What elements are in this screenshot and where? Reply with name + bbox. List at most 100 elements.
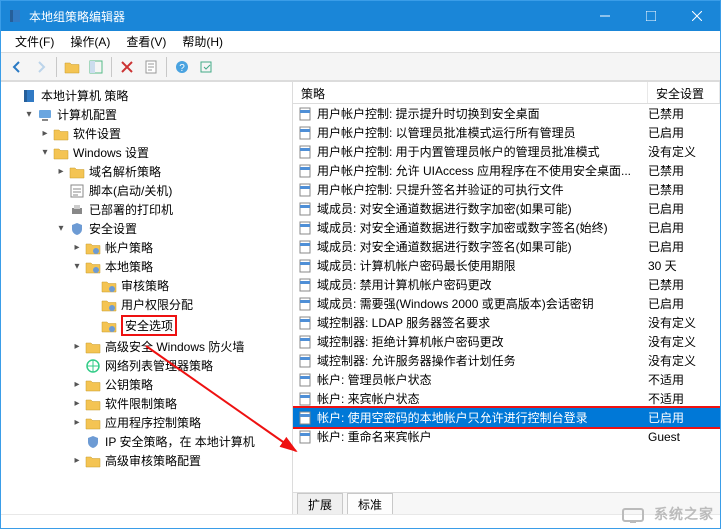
folder-icon [85,259,101,275]
policy-value: 没有定义 [648,352,714,369]
refresh-button[interactable] [195,56,217,78]
policy-icon [297,372,313,388]
policy-name: 域成员: 需要强(Windows 2000 或更高版本)会话密钥 [317,295,648,312]
policy-row[interactable]: 用户帐户控制: 用于内置管理员帐户的管理员批准模式没有定义 [293,142,720,161]
show-hide-button[interactable] [85,56,107,78]
policy-icon [297,201,313,217]
tree-root[interactable]: 本地计算机 策略 [5,86,292,105]
folder-icon [53,145,69,161]
col-policy[interactable]: 策略 [293,82,648,103]
policy-row[interactable]: 用户帐户控制: 提示提升时切换到安全桌面已禁用 [293,104,720,123]
policy-value: 不适用 [648,371,714,388]
tree-printers[interactable]: 已部署的打印机 [53,200,292,219]
policy-row[interactable]: 帐户: 重命名来宾帐户Guest [293,427,720,446]
menu-help[interactable]: 帮助(H) [174,31,231,52]
script-icon [69,183,85,199]
policy-value: 不适用 [648,390,714,407]
tree-account-policies[interactable]: ▸帐户策略 [69,238,292,257]
policy-value: 已启用 [648,200,714,217]
policy-name: 用户帐户控制: 提示提升时切换到安全桌面 [317,105,648,122]
bottom-tabs: 扩展 标准 [293,492,720,514]
policy-value: 已启用 [648,409,714,426]
col-security[interactable]: 安全设置 [648,82,720,103]
forward-button[interactable] [30,56,52,78]
folder-icon [101,278,117,294]
policy-row[interactable]: 域成员: 计算机帐户密码最长使用期限30 天 [293,256,720,275]
policy-row[interactable]: 域控制器: 允许服务器操作者计划任务没有定义 [293,351,720,370]
policy-row[interactable]: 域成员: 需要强(Windows 2000 或更高版本)会话密钥已启用 [293,294,720,313]
policy-icon [297,125,313,141]
policy-row[interactable]: 域控制器: 拒绝计算机帐户密码更改没有定义 [293,332,720,351]
policy-row[interactable]: 用户帐户控制: 只提升签名并验证的可执行文件已禁用 [293,180,720,199]
up-button[interactable] [61,56,83,78]
policy-name: 域控制器: 拒绝计算机帐户密码更改 [317,333,648,350]
tab-extended[interactable]: 扩展 [297,493,343,515]
tab-standard[interactable]: 标准 [347,493,393,515]
policy-name: 用户帐户控制: 用于内置管理员帐户的管理员批准模式 [317,143,648,160]
policy-row[interactable]: 帐户: 使用空密码的本地帐户只允许进行控制台登录已启用 [293,408,720,427]
policy-row[interactable]: 用户帐户控制: 允许 UIAccess 应用程序在不使用安全桌面...已禁用 [293,161,720,180]
delete-button[interactable] [116,56,138,78]
policy-row[interactable]: 域控制器: LDAP 服务器签名要求没有定义 [293,313,720,332]
window-title: 本地组策略编辑器 [29,8,582,25]
policy-row[interactable]: 域成员: 对安全通道数据进行数字签名(如果可能)已启用 [293,237,720,256]
policy-name: 帐户: 重命名来宾帐户 [317,428,648,445]
policy-value: 已禁用 [648,162,714,179]
policy-value: 没有定义 [648,333,714,350]
menu-view[interactable]: 查看(V) [118,31,174,52]
tree-dns[interactable]: ▸域名解析策略 [53,162,292,181]
tree-pubkey[interactable]: ▸公钥策略 [69,375,292,394]
tree-app-control[interactable]: ▸应用程序控制策略 [69,413,292,432]
policy-name: 域成员: 对安全通道数据进行数字加密(如果可能) [317,200,648,217]
policy-list[interactable]: 用户帐户控制: 提示提升时切换到安全桌面已禁用用户帐户控制: 以管理员批准模式运… [293,104,720,492]
policy-name: 域成员: 计算机帐户密码最长使用期限 [317,257,648,274]
svg-text:?: ? [179,63,185,74]
policy-value: 已禁用 [648,181,714,198]
policy-name: 域成员: 对安全通道数据进行数字签名(如果可能) [317,238,648,255]
tree-software-restriction[interactable]: ▸软件限制策略 [69,394,292,413]
titlebar: 本地组策略编辑器 [1,1,720,31]
policy-value: 30 天 [648,257,714,274]
tree-user-rights[interactable]: 用户权限分配 [85,295,292,314]
folder-icon [85,396,101,412]
policy-name: 用户帐户控制: 以管理员批准模式运行所有管理员 [317,124,648,141]
properties-button[interactable] [140,56,162,78]
tree-security-settings[interactable]: ▾安全设置 [53,219,292,238]
help-button[interactable]: ? [171,56,193,78]
tree-firewall[interactable]: ▸高级安全 Windows 防火墙 [69,337,292,356]
policy-row[interactable]: 帐户: 管理员帐户状态不适用 [293,370,720,389]
policy-value: 已禁用 [648,276,714,293]
policy-name: 域控制器: 允许服务器操作者计划任务 [317,352,648,369]
policy-row[interactable]: 帐户: 来宾帐户状态不适用 [293,389,720,408]
tree-audit[interactable]: 审核策略 [85,276,292,295]
tree-software[interactable]: ▸软件设置 [37,124,292,143]
tree-scripts[interactable]: 脚本(启动/关机) [53,181,292,200]
tree-computer-config[interactable]: ▾ 计算机配置 [21,105,292,124]
menu-file[interactable]: 文件(F) [7,31,62,52]
tree-windows-settings[interactable]: ▾Windows 设置 [37,143,292,162]
back-button[interactable] [6,56,28,78]
tree-netlist[interactable]: 网络列表管理器策略 [69,356,292,375]
policy-value: 已启用 [648,238,714,255]
menu-action[interactable]: 操作(A) [62,31,118,52]
tree-security-options[interactable]: 安全选项 [85,314,292,337]
policy-value: Guest [648,430,714,444]
policy-row[interactable]: 域成员: 对安全通道数据进行数字加密或数字签名(始终)已启用 [293,218,720,237]
close-button[interactable] [674,1,720,31]
maximize-button[interactable] [628,1,674,31]
tree-pane[interactable]: 本地计算机 策略 ▾ 计算机配置 ▸软件设置 [1,82,293,514]
tree-advanced-audit[interactable]: ▸高级审核策略配置 [69,451,292,470]
policy-icon [297,315,313,331]
policy-row[interactable]: 域成员: 对安全通道数据进行数字加密(如果可能)已启用 [293,199,720,218]
toolbar: ? [1,53,720,81]
folder-icon [85,453,101,469]
policy-row[interactable]: 用户帐户控制: 以管理员批准模式运行所有管理员已启用 [293,123,720,142]
book-icon [21,88,37,104]
expander-icon[interactable]: ▾ [23,109,35,120]
tree-ipsec[interactable]: IP 安全策略，在 本地计算机 [69,432,292,451]
minimize-button[interactable] [582,1,628,31]
tree-local-policies[interactable]: ▾本地策略 [69,257,292,276]
folder-icon [101,318,117,334]
policy-row[interactable]: 域成员: 禁用计算机帐户密码更改已禁用 [293,275,720,294]
policy-icon [297,239,313,255]
